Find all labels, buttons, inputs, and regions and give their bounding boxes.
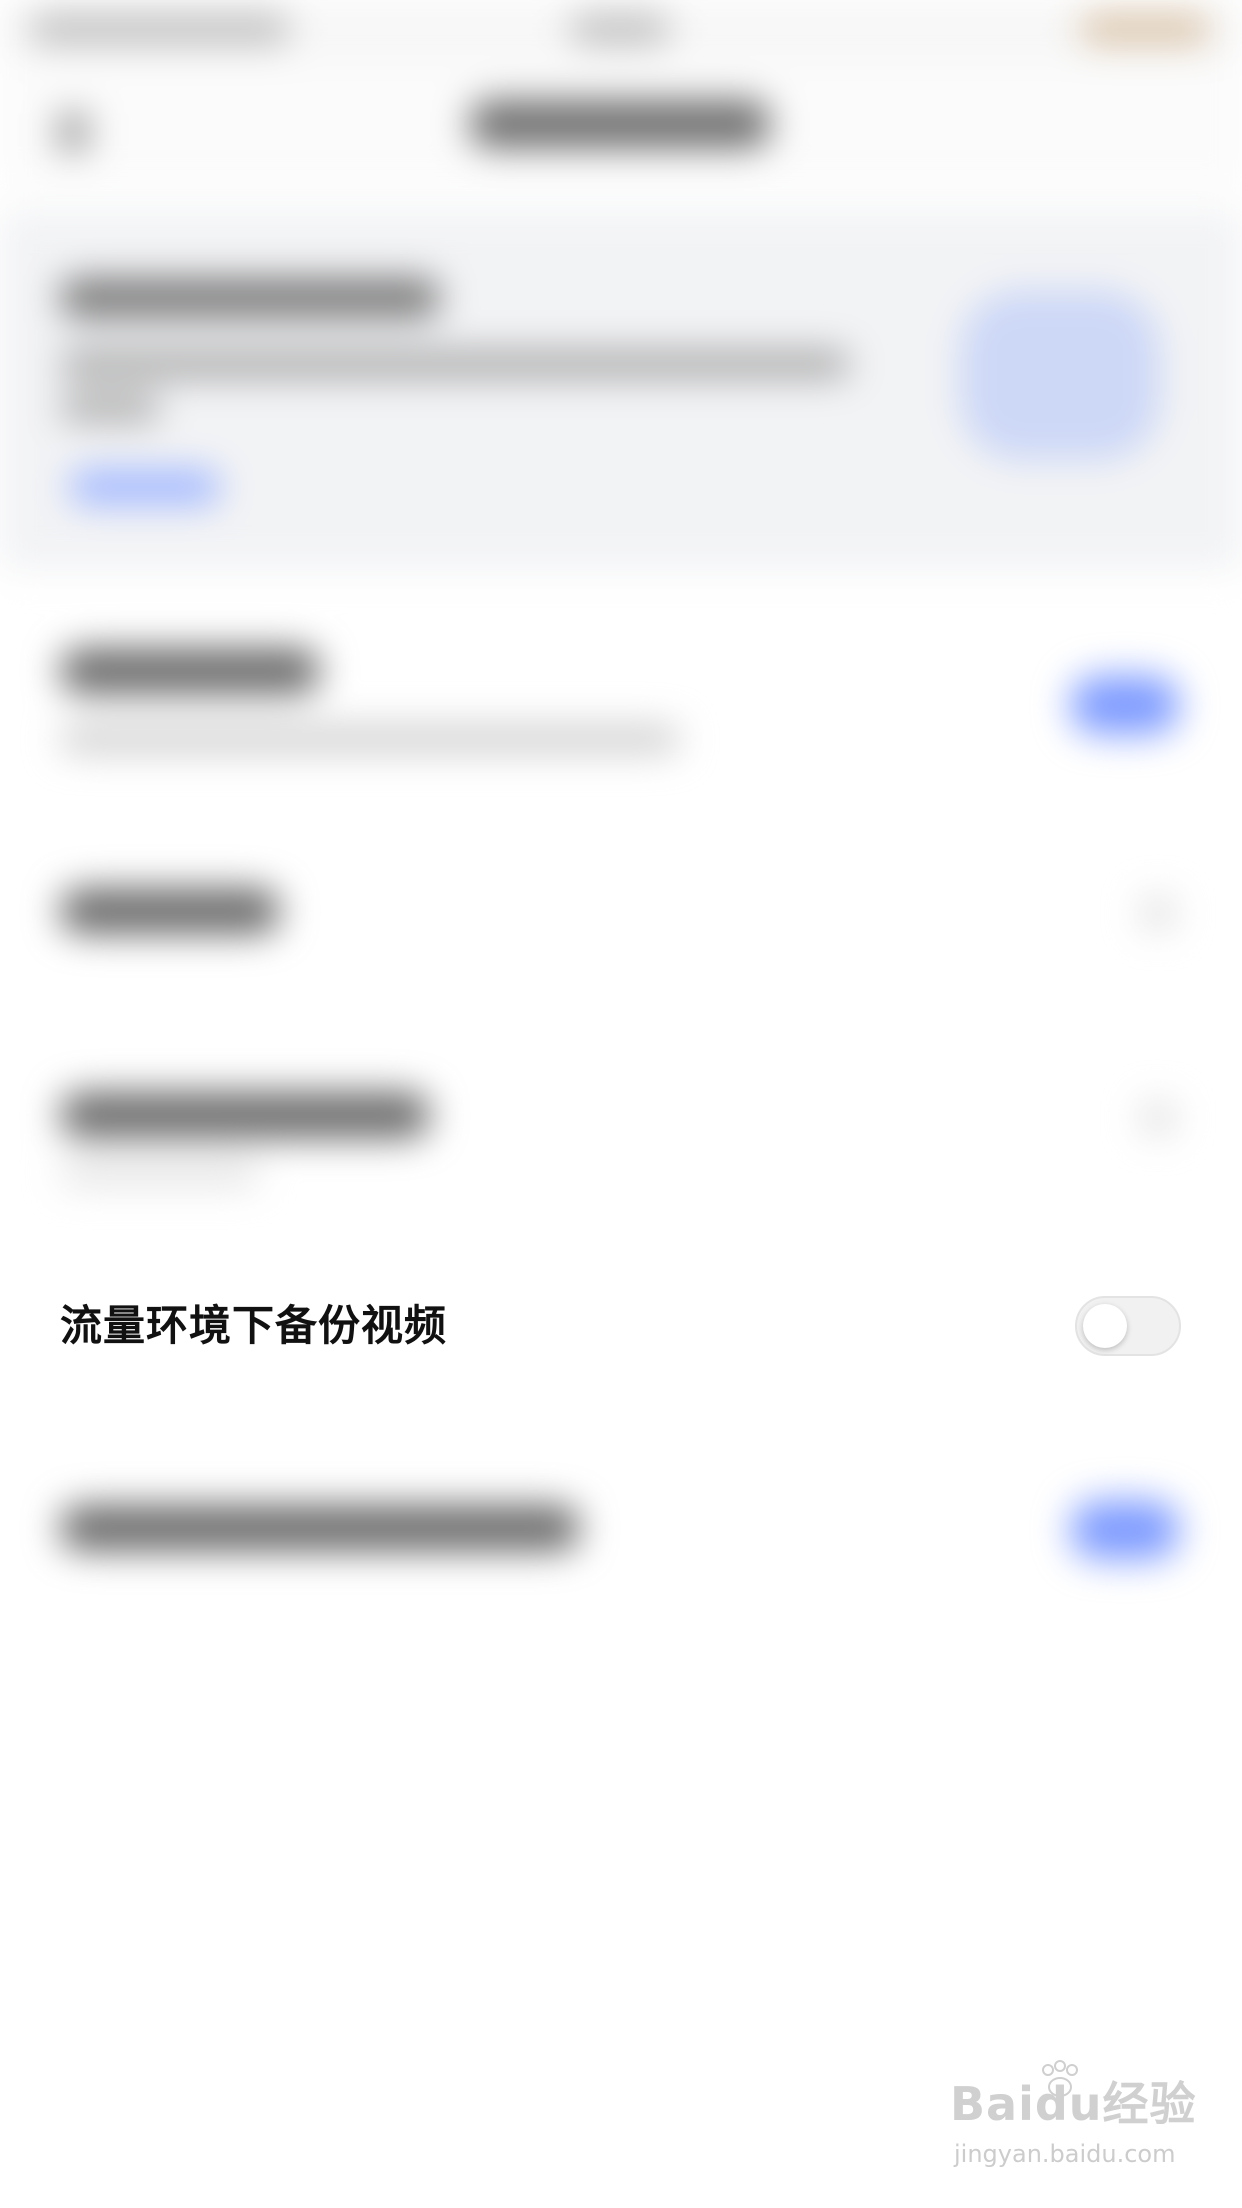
watermark: Baidu经验 jingyan.baidu.com bbox=[950, 2060, 1196, 2188]
row-2-chevron-icon[interactable] bbox=[1140, 895, 1176, 931]
banner-desc-blurred-2 bbox=[60, 395, 160, 421]
row-1-toggle-blurred[interactable] bbox=[1070, 675, 1180, 735]
back-arrow-icon[interactable] bbox=[58, 112, 88, 152]
row-1-subtitle-blurred bbox=[60, 725, 680, 753]
blurred-background bbox=[0, 0, 1242, 2208]
watermark-url: jingyan.baidu.com bbox=[954, 2140, 1176, 2168]
banner-link-blurred[interactable] bbox=[70, 470, 220, 504]
toggle-knob bbox=[1083, 1304, 1127, 1348]
watermark-logo-text: Baidu经验 bbox=[950, 2077, 1197, 2131]
status-bar-left-blob bbox=[30, 14, 290, 44]
row-3-subtitle-blurred bbox=[60, 1160, 260, 1186]
row-1-title-blurred bbox=[60, 648, 320, 694]
backup-video-cellular-toggle[interactable] bbox=[1075, 1296, 1181, 1356]
row-3-chevron-icon[interactable] bbox=[1140, 1100, 1176, 1136]
status-bar-time-blob bbox=[570, 14, 670, 44]
screen: 流量环境下备份视频 Baidu经验 jingyan.baidu.com bbox=[0, 0, 1242, 2208]
page-title-blurred bbox=[470, 100, 770, 148]
banner-desc-blurred bbox=[60, 350, 850, 378]
setting-row-label: 流量环境下备份视频 bbox=[60, 1301, 448, 1350]
row-2-title-blurred bbox=[60, 888, 280, 934]
banner-illustration bbox=[960, 290, 1160, 460]
setting-row-backup-video-cellular: 流量环境下备份视频 bbox=[0, 1270, 1242, 1380]
row-5-toggle-blurred[interactable] bbox=[1070, 1500, 1180, 1560]
banner-title-blurred bbox=[60, 278, 440, 318]
status-bar-right-blob bbox=[1080, 14, 1210, 44]
row-3-title-blurred bbox=[60, 1092, 430, 1138]
status-bar bbox=[0, 0, 1242, 60]
row-5-title-blurred bbox=[60, 1505, 580, 1551]
